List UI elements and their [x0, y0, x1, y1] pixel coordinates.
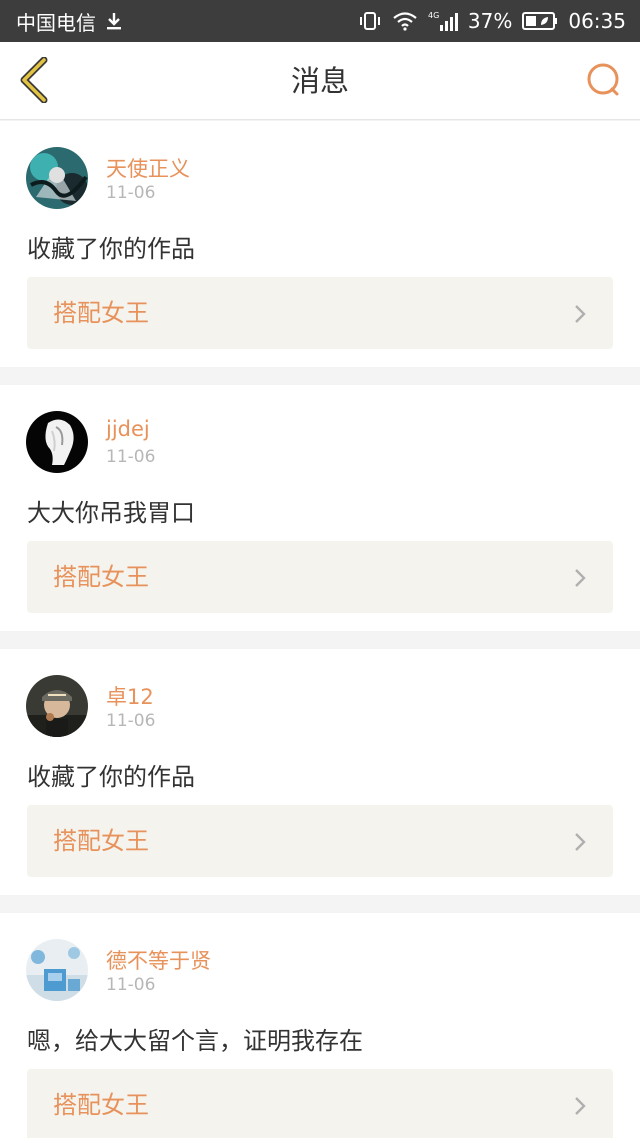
download-icon [104, 11, 124, 31]
message-date: 11-06 [106, 975, 156, 995]
work-link[interactable]: 搭配女王 [27, 277, 613, 349]
work-link[interactable]: 搭配女王 [27, 541, 613, 613]
message-card: jjdej 11-06 大大你吊我胃口 搭配女王 [0, 385, 640, 631]
message-card: 卓12 11-06 收藏了你的作品 搭配女王 [0, 649, 640, 895]
message-date: 11-06 [106, 447, 156, 467]
battery-percent: 37% [467, 9, 513, 33]
back-chevron-icon [18, 56, 50, 107]
work-link[interactable]: 搭配女王 [27, 805, 613, 877]
message-card: 天使正义 11-06 收藏了你的作品 搭配女王 [0, 121, 640, 367]
work-link-label: 搭配女王 [53, 827, 149, 855]
chevron-right-icon [573, 567, 587, 593]
work-link-label: 搭配女王 [53, 299, 149, 327]
wifi-icon [392, 11, 418, 31]
message-text: 嗯，给大大留个言，证明我存在 [27, 1027, 363, 1055]
avatar[interactable] [26, 147, 88, 209]
status-right: 4G 37% 06:35 [358, 9, 626, 33]
clock: 06:35 [568, 9, 626, 33]
message-list: 天使正义 11-06 收藏了你的作品 搭配女王 jjdej 11-06 大大你吊… [0, 121, 640, 1138]
search-icon [586, 62, 622, 102]
avatar[interactable] [26, 939, 88, 1001]
username[interactable]: jjdej [106, 417, 150, 441]
message-text: 收藏了你的作品 [27, 235, 195, 263]
message-card: 德不等于贤 11-06 嗯，给大大留个言，证明我存在 搭配女王 [0, 913, 640, 1138]
avatar[interactable] [26, 675, 88, 737]
nav-bar: 消息 [0, 42, 640, 120]
chevron-right-icon [573, 1095, 587, 1121]
work-link-label: 搭配女王 [53, 563, 149, 591]
username[interactable]: 天使正义 [106, 153, 190, 183]
message-text: 大大你吊我胃口 [27, 499, 195, 527]
chevron-right-icon [573, 303, 587, 329]
message-date: 11-06 [106, 711, 156, 731]
message-date: 11-06 [106, 183, 156, 203]
status-bar: 中国电信 4G 37% 06:35 [0, 0, 640, 42]
work-link[interactable]: 搭配女王 [27, 1069, 613, 1138]
avatar[interactable] [26, 411, 88, 473]
back-button[interactable] [14, 56, 54, 107]
signal-icon: 4G [428, 10, 458, 32]
network-type-label: 4G [428, 11, 439, 20]
search-button[interactable] [584, 62, 624, 102]
vibrate-icon [358, 11, 382, 31]
username[interactable]: 德不等于贤 [106, 945, 211, 975]
chevron-right-icon [573, 831, 587, 857]
status-left: 中国电信 [16, 7, 124, 36]
work-link-label: 搭配女王 [53, 1091, 149, 1119]
username[interactable]: 卓12 [106, 681, 154, 711]
page-title: 消息 [290, 64, 349, 98]
battery-icon [522, 11, 558, 31]
message-text: 收藏了你的作品 [27, 763, 195, 791]
carrier-label: 中国电信 [16, 10, 96, 35]
